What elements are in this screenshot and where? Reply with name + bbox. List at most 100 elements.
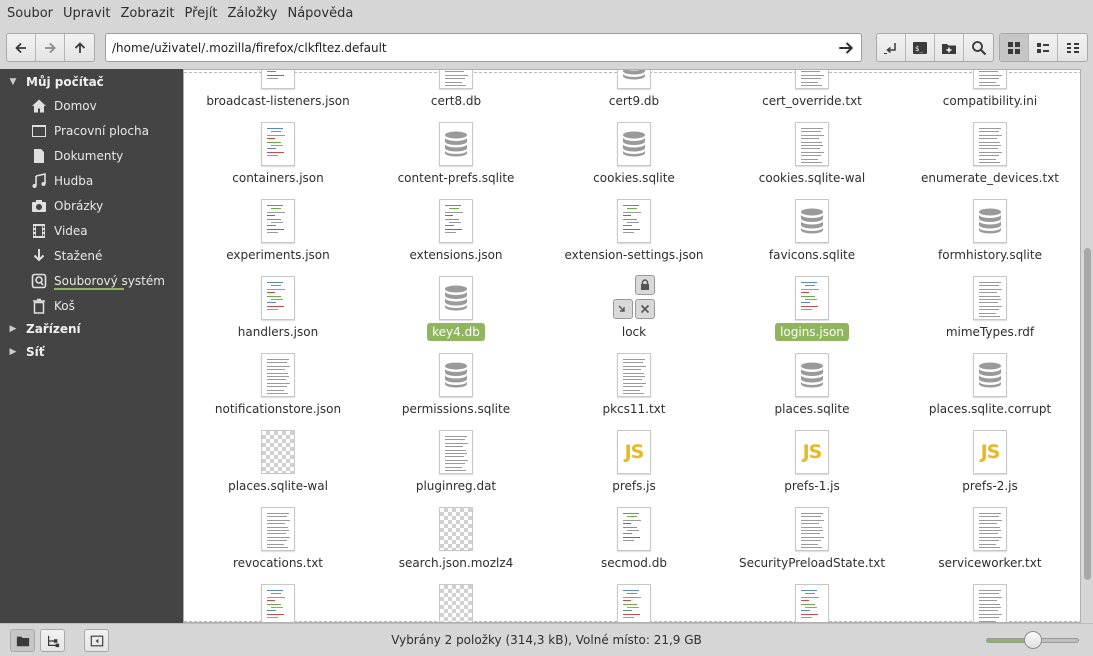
up-button[interactable] xyxy=(65,34,94,61)
menu-go[interactable]: Přejít xyxy=(179,0,222,27)
sidebar-item-trash[interactable]: Koš xyxy=(0,293,183,318)
file-item[interactable]: extension-settings.json xyxy=(545,198,723,264)
sidebar-item-music[interactable]: Hudba xyxy=(0,168,183,193)
file-item[interactable] xyxy=(367,583,545,622)
menu-bookmarks[interactable]: Záložky xyxy=(222,0,282,27)
list-view-button[interactable] xyxy=(1029,34,1058,61)
toggle-location-button[interactable] xyxy=(877,34,906,61)
sidebar-item-pictures[interactable]: Obrázky xyxy=(0,193,183,218)
file-item[interactable]: secmod.db xyxy=(545,506,723,572)
file-item[interactable]: places.sqlite.corrupt xyxy=(901,352,1079,418)
file-item[interactable]: formhistory.sqlite xyxy=(901,198,1079,264)
navigation-buttons xyxy=(6,33,95,62)
file-name: enumerate_devices.txt xyxy=(920,171,1060,185)
sidebar-item-videos[interactable]: Videa xyxy=(0,218,183,243)
file-item[interactable]: JS prefs-1.js xyxy=(723,429,901,495)
file-item[interactable]: pkcs11.txt xyxy=(545,352,723,418)
file-view[interactable]: broadcast-listeners.json cert8.db cert9.db… xyxy=(183,69,1081,623)
file-item[interactable]: cert8.db xyxy=(367,70,545,110)
sidebar-item-label: Pracovní plocha xyxy=(54,123,149,138)
file-name: places.sqlite xyxy=(774,402,850,416)
sidebar-item-home[interactable]: Domov xyxy=(0,93,183,118)
code-file-icon xyxy=(793,275,831,321)
file-name: SecurityPreloadState.txt xyxy=(738,556,886,570)
file-item[interactable]: search.json.mozlz4 xyxy=(367,506,545,572)
file-item[interactable]: handlers.json xyxy=(189,275,367,341)
open-terminal-button[interactable]: $_ xyxy=(906,34,935,61)
trash-icon xyxy=(31,298,47,314)
file-item[interactable]: serviceworker.txt xyxy=(901,506,1079,572)
file-item[interactable] xyxy=(723,583,901,622)
zoom-slider-handle[interactable] xyxy=(1023,631,1042,649)
sidebar-item-desktop[interactable]: Pracovní plocha xyxy=(0,118,183,143)
new-folder-button[interactable] xyxy=(935,34,964,61)
sidebar-item-downloads[interactable]: Stažené xyxy=(0,243,183,268)
file-item[interactable]: cookies.sqlite-wal xyxy=(723,121,901,187)
search-button[interactable] xyxy=(964,34,993,61)
location-input[interactable] xyxy=(112,34,832,61)
file-item[interactable]: cert9.db xyxy=(545,70,723,110)
menu-view[interactable]: Zobrazit xyxy=(115,0,179,27)
file-item[interactable]: enumerate_devices.txt xyxy=(901,121,1079,187)
file-name: prefs-2.js xyxy=(962,479,1018,493)
file-item[interactable]: containers.json xyxy=(189,121,367,187)
forward-button[interactable] xyxy=(36,34,65,61)
file-item[interactable]: places.sqlite xyxy=(723,352,901,418)
file-item[interactable]: logins.json xyxy=(723,275,901,341)
sidebar-item-documents[interactable]: Dokumenty xyxy=(0,143,183,168)
menu-file[interactable]: Soubor xyxy=(2,0,58,27)
file-item[interactable]: revocations.txt xyxy=(189,506,367,572)
file-item[interactable]: permissions.sqlite xyxy=(367,352,545,418)
file-name: places.sqlite.corrupt xyxy=(928,402,1052,416)
home-icon xyxy=(31,98,47,114)
file-item[interactable]: key4.db xyxy=(367,275,545,341)
text-file-icon xyxy=(971,583,1009,622)
file-item[interactable]: JS prefs-2.js xyxy=(901,429,1079,495)
file-item[interactable]: pluginreg.dat xyxy=(367,429,545,495)
file-item[interactable]: compatibility.ini xyxy=(901,70,1079,110)
vertical-scrollbar[interactable] xyxy=(1081,69,1093,623)
file-item[interactable]: places.sqlite-wal xyxy=(189,429,367,495)
file-name: lock xyxy=(621,325,647,339)
new-folder-icon xyxy=(942,43,956,54)
tool-buttons: $_ xyxy=(876,33,994,62)
status-bar: Vybrány 2 položky (314,3 kB), Volné míst… xyxy=(0,623,1093,656)
file-item[interactable]: notificationstore.json xyxy=(189,352,367,418)
file-name: cookies.sqlite xyxy=(593,171,675,185)
go-arrow-icon[interactable] xyxy=(837,39,855,57)
file-item[interactable] xyxy=(545,583,723,622)
file-name: formhistory.sqlite xyxy=(938,248,1042,262)
file-item[interactable]: lock xyxy=(545,275,723,341)
binary-file-icon xyxy=(259,429,297,475)
text-file-icon xyxy=(437,70,475,90)
file-item[interactable]: mimeTypes.rdf xyxy=(901,275,1079,341)
database-file-icon xyxy=(793,198,831,244)
text-file-icon xyxy=(971,506,1009,552)
back-button[interactable] xyxy=(7,34,36,61)
file-item[interactable]: favicons.sqlite xyxy=(723,198,901,264)
sidebar-section-devices[interactable]: ▶ Zařízení xyxy=(0,318,183,340)
file-item[interactable]: broadcast-listeners.json xyxy=(189,70,367,110)
file-item[interactable]: SecurityPreloadState.txt xyxy=(723,506,901,572)
menu-help[interactable]: Nápověda xyxy=(282,0,358,27)
file-name: containers.json xyxy=(232,171,324,185)
file-item[interactable] xyxy=(901,583,1079,622)
list-icon xyxy=(1037,42,1049,53)
file-item[interactable]: content-prefs.sqlite xyxy=(367,121,545,187)
file-name: serviceworker.txt xyxy=(938,556,1042,570)
icon-view-button[interactable] xyxy=(1000,34,1029,61)
sidebar-section-network[interactable]: ▶ Síť xyxy=(0,341,183,363)
file-item[interactable]: cert_override.txt xyxy=(723,70,901,110)
file-item[interactable]: extensions.json xyxy=(367,198,545,264)
scrollbar-thumb[interactable] xyxy=(1084,248,1091,580)
text-file-icon xyxy=(615,352,653,398)
file-name: revocations.txt xyxy=(232,556,323,570)
file-item[interactable]: experiments.json xyxy=(189,198,367,264)
compact-view-button[interactable] xyxy=(1058,34,1087,61)
file-item[interactable] xyxy=(189,583,367,622)
file-item[interactable]: cookies.sqlite xyxy=(545,121,723,187)
sidebar-section-computer[interactable]: ▼ Můj počítač xyxy=(0,71,183,93)
menu-bar: Soubor Upravit Zobrazit Přejít Záložky N… xyxy=(0,0,1093,27)
menu-edit[interactable]: Upravit xyxy=(58,0,115,27)
file-item[interactable]: JS prefs.js xyxy=(545,429,723,495)
